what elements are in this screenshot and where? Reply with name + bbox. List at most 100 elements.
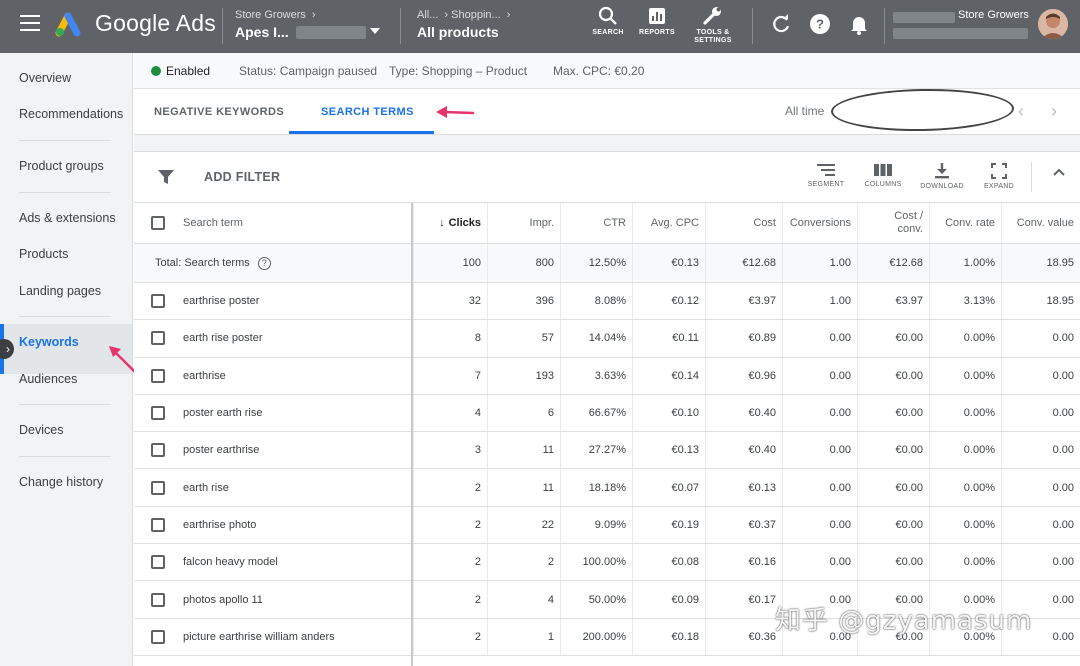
table-row[interactable]: earthrise photo 2 22 9.09% €0.19 €0.37 0.00 €0.… — [134, 506, 1080, 545]
table-row[interactable]: earthrise 7 193 3.63% €0.14 €0.96 0.00 €0.00 0.0… — [134, 357, 1080, 395]
row-checkbox[interactable] — [151, 629, 165, 644]
collapse-chevron-up-icon[interactable] — [1052, 167, 1066, 177]
search-term[interactable]: earth rise poster — [183, 332, 262, 344]
cell-cost: €0.40 — [705, 394, 782, 432]
next-period-chevron-icon[interactable]: › — [1051, 101, 1057, 122]
row-checkbox[interactable] — [151, 480, 165, 495]
top-bar: Google Ads Store Growers › Apes I... All.… — [0, 0, 1080, 53]
notifications-bell-icon[interactable] — [848, 13, 870, 35]
cell-cost-conv: €0.00 — [857, 320, 929, 357]
row-checkbox[interactable] — [151, 368, 165, 383]
download-button[interactable]: DOWNLOAD — [917, 163, 967, 190]
add-filter-button[interactable]: ADD FILTER — [204, 170, 280, 184]
cell-ctr: 9.09% — [560, 506, 632, 544]
sidebar-item-audiences[interactable]: Audiences — [19, 372, 77, 386]
help-icon[interactable]: ? — [809, 13, 831, 35]
sidebar-item-overview[interactable]: Overview — [19, 71, 71, 85]
row-checkbox[interactable] — [151, 517, 165, 532]
sidebar-item-change-history[interactable]: Change history — [19, 475, 103, 489]
previous-period-chevron-icon[interactable]: ‹ — [1018, 101, 1024, 122]
row-checkbox[interactable] — [151, 294, 165, 309]
cell-clicks: 2 — [413, 469, 487, 506]
account-selector[interactable]: Apes I... — [235, 24, 289, 40]
total-impr: 800 — [487, 244, 560, 282]
row-checkbox[interactable] — [151, 555, 165, 570]
menu-icon[interactable] — [20, 15, 40, 31]
account-parent-breadcrumb[interactable]: Store Growers › — [235, 9, 316, 21]
header-impr[interactable]: Impr. — [487, 203, 560, 243]
row-checkbox[interactable] — [151, 443, 165, 458]
avatar[interactable] — [1038, 9, 1068, 39]
search-term[interactable]: picture earthrise william anders — [183, 631, 335, 643]
sidebar-item-product-groups[interactable]: Product groups — [19, 159, 104, 173]
search-term-cell: earth rise — [134, 470, 411, 506]
header-ctr[interactable]: CTR — [560, 203, 632, 243]
sidebar-item-recommendations[interactable]: Recommendations — [19, 107, 123, 121]
campaign-breadcrumb[interactable]: All... › Shoppin... › — [417, 9, 510, 21]
search-term[interactable]: earthrise — [183, 370, 226, 382]
header-avg-cpc[interactable]: Avg. CPC — [632, 203, 705, 243]
table-row[interactable]: earth rise 2 11 18.18% €0.07 €0.13 0.00 €0.00 0.… — [134, 469, 1080, 507]
view-title[interactable]: All products — [417, 24, 499, 40]
cell-clicks: 4 — [413, 394, 487, 432]
header-clicks[interactable]: ↓ Clicks — [413, 203, 487, 243]
table-row[interactable]: poster earthrise 3 11 27.27% €0.13 €0.40 0.00 €… — [134, 432, 1080, 470]
tab-negative-keywords[interactable]: NEGATIVE KEYWORDS — [154, 106, 284, 118]
tools-settings-button[interactable]: TOOLS & SETTINGS — [683, 6, 743, 45]
sidebar-item-landing-pages[interactable]: Landing pages — [19, 284, 101, 298]
refresh-icon[interactable] — [770, 13, 792, 35]
row-checkbox[interactable] — [151, 592, 165, 607]
table-row[interactable]: earth rise poster 8 57 14.04% €0.11 €0.89 0.00… — [134, 320, 1080, 358]
redacted-date-range — [830, 87, 1015, 133]
header-cost-per-conv[interactable]: Cost / conv. — [857, 203, 929, 243]
table-toolbar: ADD FILTER SEGMENT COLUMNS DOWNLOAD EXPA… — [134, 152, 1080, 203]
cell-cost: €3.97 — [705, 283, 782, 320]
table-row[interactable]: earthrise poster 32 396 8.08% €0.12 €3.97 1.00… — [134, 283, 1080, 321]
search-term[interactable]: poster earth rise — [183, 407, 262, 419]
search-term[interactable]: earth rise — [183, 482, 229, 494]
header-clicks-label: Clicks — [448, 217, 481, 229]
header-cost[interactable]: Cost — [705, 203, 782, 243]
search-term-cell: falcon heavy model — [134, 544, 411, 580]
tools-settings-label: TOOLS & SETTINGS — [694, 29, 732, 44]
cell-conv-value: 0.00 — [1001, 394, 1080, 432]
table-header-row: Search term ↓ Clicks Impr. CTR Avg. CPC C… — [134, 203, 1080, 244]
sidebar-item-devices[interactable]: Devices — [19, 423, 63, 437]
help-circle-icon[interactable]: ? — [257, 256, 271, 270]
product-name[interactable]: Google Ads — [95, 10, 216, 37]
tab-search-terms[interactable]: SEARCH TERMS — [321, 106, 414, 118]
header-search-term[interactable]: Search term — [134, 203, 411, 243]
columns-button[interactable]: COLUMNS — [858, 163, 908, 188]
chevron-down-icon[interactable] — [370, 28, 380, 34]
sidebar-item-ads-extensions[interactable]: Ads & extensions — [19, 211, 116, 225]
google-ads-logo-icon — [55, 12, 81, 37]
table-row[interactable]: poster earth rise 4 6 66.67% €0.10 €0.40 0.00 €… — [134, 394, 1080, 433]
max-cpc[interactable]: Max. CPC: €0.20 — [553, 64, 644, 78]
sidebar-item-keywords[interactable]: Keywords — [19, 335, 79, 349]
divider — [222, 8, 223, 44]
cell-cost: €0.40 — [705, 432, 782, 469]
enabled-status-dot-icon — [151, 66, 161, 76]
search-term[interactable]: photos apollo 11 — [183, 594, 263, 606]
header-conversions[interactable]: Conversions — [782, 203, 857, 243]
date-range-label[interactable]: All time — [785, 104, 824, 118]
search-term[interactable]: falcon heavy model — [183, 556, 278, 568]
header-conv-value[interactable]: Conv. value — [1001, 203, 1080, 243]
row-checkbox[interactable] — [151, 331, 165, 346]
segment-button[interactable]: SEGMENT — [801, 163, 851, 188]
row-checkbox[interactable] — [151, 406, 165, 421]
select-all-checkbox[interactable] — [151, 216, 165, 230]
search-term[interactable]: earthrise poster — [183, 295, 259, 307]
reports-tool-button[interactable]: REPORTS — [627, 6, 687, 37]
search-term[interactable]: poster earthrise — [183, 444, 259, 456]
sidebar-item-products[interactable]: Products — [19, 247, 68, 261]
header-conv-rate[interactable]: Conv. rate — [929, 203, 1001, 243]
expand-button[interactable]: EXPAND — [974, 163, 1024, 190]
cell-conv-rate: 0.00% — [929, 469, 1001, 506]
sidebar-divider — [19, 404, 111, 405]
search-term[interactable]: earthrise photo — [183, 519, 256, 531]
table-row[interactable]: falcon heavy model 2 2 100.00% €0.08 €0.16 0.0… — [134, 544, 1080, 582]
user-account-name[interactable]: Store Growers — [958, 9, 1029, 21]
filter-icon[interactable] — [157, 169, 175, 185]
enabled-status-dropdown[interactable]: Enabled — [166, 64, 210, 78]
